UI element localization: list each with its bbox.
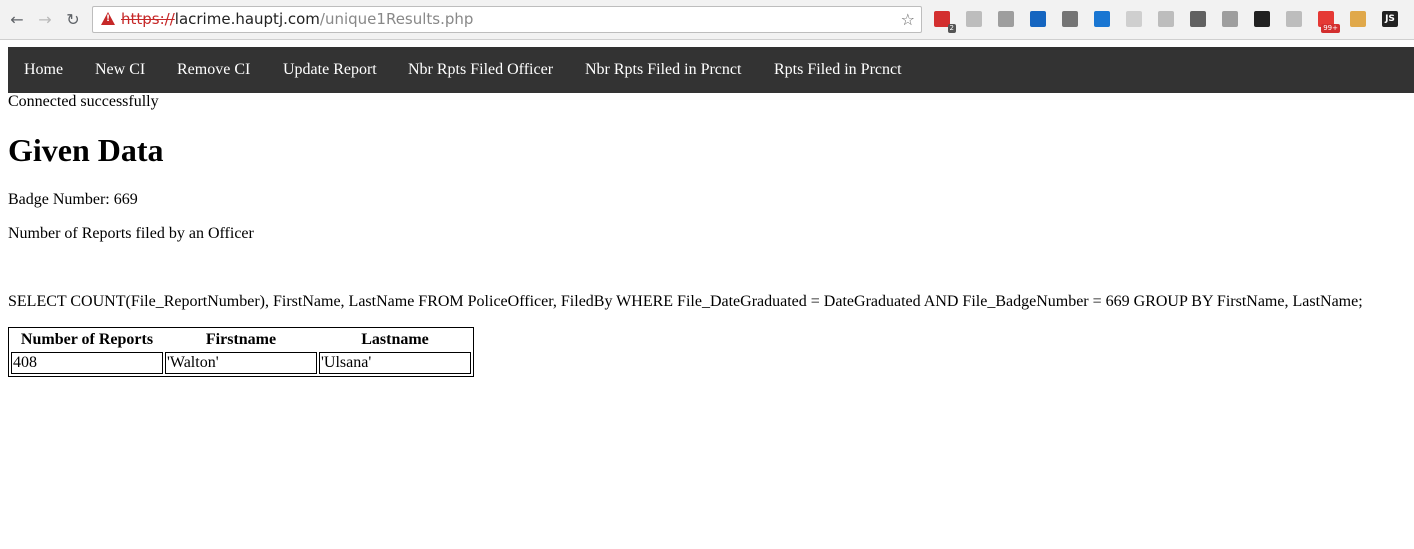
- badge-number-text: Badge Number: 669: [8, 191, 138, 208]
- nav-nbr-rpts-filed-officer[interactable]: Nbr Rpts Filed Officer: [408, 47, 553, 93]
- cell-lastname: 'Ulsana': [319, 352, 471, 374]
- url-host: lacrime.hauptj.com: [174, 10, 320, 28]
- nav-rpts-filed-in-prcnct[interactable]: Rpts Filed in Prcnct: [774, 47, 902, 93]
- back-arrow-icon[interactable]: ←: [6, 9, 28, 31]
- ext-color-wheel-icon[interactable]: [1254, 11, 1270, 27]
- site-navbar: Home New CI Remove CI Update Report Nbr …: [8, 47, 1414, 93]
- results-table: Number of Reports Firstname Lastname 408…: [8, 327, 474, 377]
- ext-search-icon[interactable]: [998, 11, 1014, 27]
- ext-code-icon[interactable]: [1286, 11, 1302, 27]
- ext-flag-icon[interactable]: [1030, 11, 1046, 27]
- ext-list-icon[interactable]: [1190, 11, 1206, 27]
- column-header-firstname: Firstname: [205, 331, 277, 348]
- connection-status: Connected successfully: [8, 93, 159, 110]
- nav-nbr-rpts-filed-in-prcnct[interactable]: Nbr Rpts Filed in Prcnct: [585, 47, 741, 93]
- nav-remove-ci[interactable]: Remove CI: [177, 47, 250, 93]
- ext-js-icon[interactable]: JS: [1382, 11, 1398, 27]
- table-header-row: Number of Reports Firstname Lastname: [11, 330, 471, 350]
- ext-image-icon[interactable]: [1158, 11, 1174, 27]
- reload-icon[interactable]: ↻: [62, 9, 84, 31]
- not-secure-warning-icon[interactable]: !: [101, 12, 115, 25]
- ext-window-icon[interactable]: [1094, 11, 1110, 27]
- column-header-number-of-reports: Number of Reports: [20, 331, 154, 348]
- nav-home[interactable]: Home: [24, 47, 63, 93]
- ext-k-icon[interactable]: [1222, 11, 1238, 27]
- extension-badge: 2: [947, 24, 956, 33]
- bookmark-star-icon[interactable]: ☆: [901, 7, 915, 32]
- url-path: /unique1Results.php: [319, 10, 474, 28]
- ext-camera-icon[interactable]: [1126, 11, 1142, 27]
- description-text: Number of Reports filed by an Officer: [8, 225, 254, 242]
- table-row: 408 'Walton' 'Ulsana': [11, 352, 471, 374]
- extension-badge: 99+: [1321, 24, 1340, 33]
- ext-red-icon[interactable]: 2: [934, 11, 956, 33]
- nav-update-report[interactable]: Update Report: [283, 47, 377, 93]
- url-text[interactable]: https://lacrime.hauptj.com/unique1Result…: [121, 7, 473, 32]
- ext-wordpress-icon[interactable]: [1062, 11, 1078, 27]
- forward-arrow-icon[interactable]: →: [34, 9, 56, 31]
- column-header-lastname: Lastname: [361, 331, 429, 348]
- cell-firstname: 'Walton': [165, 352, 317, 374]
- ext-circle-icon[interactable]: [966, 11, 982, 27]
- url-scheme: https://: [121, 10, 175, 28]
- nav-new-ci[interactable]: New CI: [95, 47, 145, 93]
- browser-toolbar: ← → ↻ ! https://lacrime.hauptj.com/uniqu…: [0, 0, 1414, 40]
- ext-doge-icon[interactable]: [1350, 11, 1366, 27]
- page-title: Given Data: [8, 132, 164, 168]
- sql-query-text: SELECT COUNT(File_ReportNumber), FirstNa…: [8, 293, 1363, 310]
- ext-red-c-icon[interactable]: 99+: [1318, 11, 1340, 33]
- cell-number-of-reports: 408: [11, 352, 163, 374]
- address-bar[interactable]: ! https://lacrime.hauptj.com/unique1Resu…: [92, 6, 922, 33]
